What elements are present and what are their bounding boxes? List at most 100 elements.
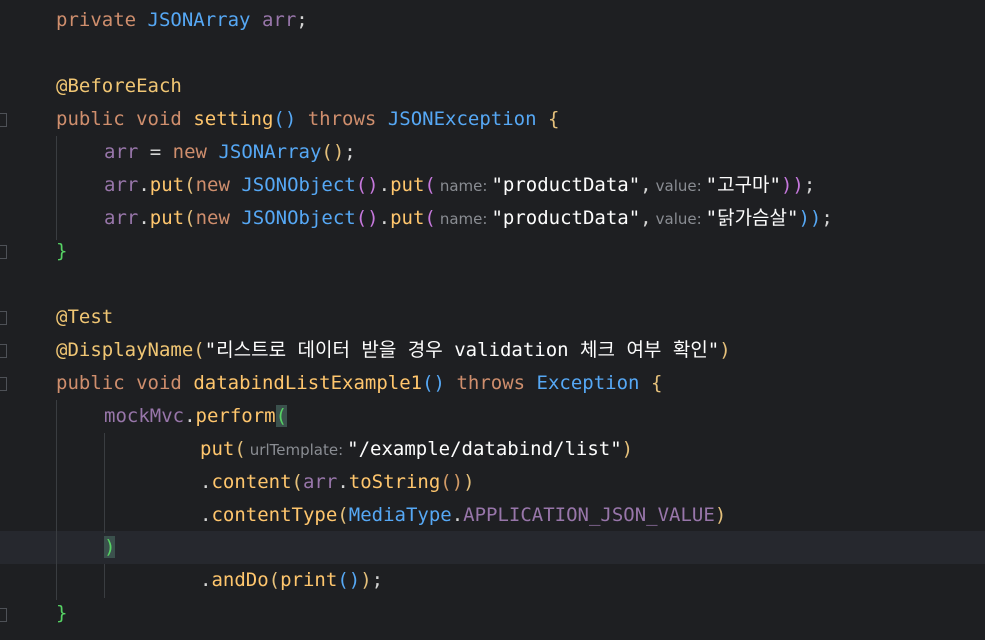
keyword: public bbox=[56, 108, 125, 130]
paren: () bbox=[321, 141, 345, 163]
type-name: JSONArray bbox=[218, 141, 322, 163]
field-name: APPLICATION_JSON_VALUE bbox=[463, 504, 715, 526]
paren: ) bbox=[360, 569, 372, 591]
paren: )) bbox=[780, 174, 804, 196]
paren: () bbox=[440, 471, 464, 493]
field-name: arr bbox=[261, 9, 297, 31]
code-line[interactable]: @Test bbox=[56, 301, 976, 334]
method-name: setting bbox=[193, 108, 274, 130]
keyword: throws bbox=[307, 108, 377, 130]
paren: ( bbox=[193, 339, 205, 361]
paren: () bbox=[337, 569, 361, 591]
param-hint: value: bbox=[655, 177, 702, 195]
fold-marker-icon[interactable] bbox=[0, 245, 7, 259]
code-line[interactable]: @DisplayName("리스트로 데이터 받을 경우 validation … bbox=[56, 334, 976, 367]
paren: ) bbox=[719, 339, 731, 361]
code-line[interactable]: put(urlTemplate: "/example/databind/list"… bbox=[200, 433, 985, 466]
keyword: new bbox=[172, 141, 207, 163]
code-line[interactable]: public void setting() throws JSONExcepti… bbox=[56, 103, 976, 136]
dot: . bbox=[184, 405, 196, 427]
type-name: JSONObject bbox=[241, 174, 356, 196]
fold-marker-icon[interactable] bbox=[0, 344, 7, 358]
field-name: arr bbox=[302, 471, 338, 493]
keyword: private bbox=[56, 9, 137, 31]
method-name: put bbox=[390, 207, 425, 229]
annotation: @Test bbox=[56, 306, 114, 328]
paren: ( bbox=[275, 405, 288, 427]
semicolon: ; bbox=[371, 569, 384, 591]
dot: . bbox=[200, 471, 212, 493]
code-line[interactable]: } bbox=[56, 597, 976, 630]
paren: ) bbox=[714, 504, 727, 526]
code-line[interactable]: .content(arr.toString()) bbox=[200, 466, 985, 499]
method-name: print bbox=[280, 569, 338, 591]
code-line[interactable]: @BeforeEach bbox=[56, 70, 976, 103]
field-name: mockMvc bbox=[104, 405, 185, 427]
param-hint: urlTemplate: bbox=[249, 441, 344, 459]
method-name: andDo bbox=[211, 569, 269, 591]
method-name: content bbox=[211, 471, 292, 493]
fold-marker-icon[interactable] bbox=[0, 311, 7, 325]
keyword: throws bbox=[456, 372, 526, 394]
paren: ( bbox=[337, 504, 349, 526]
code-line[interactable]: public void databindListExample1() throw… bbox=[56, 367, 976, 400]
param-hint: name: bbox=[439, 210, 488, 228]
param-hint: name: bbox=[439, 177, 488, 195]
indent-guide bbox=[104, 564, 105, 598]
code-line[interactable]: mockMvc.perform( bbox=[104, 400, 985, 433]
method-name: put bbox=[200, 438, 235, 460]
paren: ( bbox=[424, 207, 436, 229]
indent-guide bbox=[104, 433, 105, 533]
code-editor[interactable]: private JSONArray arr; @BeforeEach publi… bbox=[0, 0, 985, 640]
field-name: arr bbox=[104, 174, 139, 196]
semicolon: ; bbox=[821, 207, 833, 229]
method-name: put bbox=[149, 207, 185, 229]
fold-marker-icon[interactable] bbox=[0, 608, 7, 622]
paren: ( bbox=[234, 438, 246, 460]
method-name: databindListExample1 bbox=[193, 372, 423, 394]
code-line[interactable]: private JSONArray arr; bbox=[56, 4, 976, 37]
paren: ( bbox=[291, 471, 303, 493]
semicolon: ; bbox=[803, 174, 816, 196]
field-name: arr bbox=[104, 207, 139, 229]
param-hint: value: bbox=[655, 210, 702, 228]
method-name: put bbox=[390, 174, 425, 196]
paren: ) bbox=[104, 536, 116, 558]
paren: () bbox=[273, 108, 297, 130]
code-line[interactable]: arr = new JSONArray(); bbox=[104, 136, 985, 169]
code-line[interactable]: } bbox=[56, 235, 976, 268]
code-line[interactable]: arr.put(new JSONObject().put(name: "produ… bbox=[104, 169, 985, 202]
paren: ( bbox=[184, 207, 196, 229]
code-line[interactable]: .andDo(print()); bbox=[200, 564, 985, 597]
type-name: Exception bbox=[536, 372, 640, 394]
brace: } bbox=[56, 240, 68, 262]
method-name: put bbox=[149, 174, 185, 196]
annotation: @DisplayName bbox=[56, 339, 194, 361]
string-literal: "닭가슴살" bbox=[705, 207, 799, 229]
fold-marker-icon[interactable] bbox=[0, 113, 7, 127]
code-line[interactable]: arr.put(new JSONObject().put(name: "produ… bbox=[104, 202, 985, 235]
paren: ) bbox=[463, 471, 475, 493]
method-name: contentType bbox=[211, 504, 338, 526]
keyword: new bbox=[195, 207, 230, 229]
type-name: JSONException bbox=[387, 108, 537, 130]
comma: , bbox=[640, 207, 652, 229]
operator: = bbox=[138, 141, 173, 163]
annotation: @BeforeEach bbox=[56, 75, 182, 97]
semicolon: ; bbox=[344, 141, 356, 163]
type-name: JSONObject bbox=[241, 207, 356, 229]
type-name: MediaType bbox=[348, 504, 452, 526]
fold-marker-icon[interactable] bbox=[0, 377, 7, 391]
comma: , bbox=[640, 174, 652, 196]
dot: . bbox=[337, 471, 349, 493]
code-line[interactable]: ) bbox=[104, 531, 985, 564]
dot: . bbox=[200, 504, 212, 526]
brace: { bbox=[548, 108, 560, 130]
keyword: public bbox=[56, 372, 125, 394]
code-line[interactable]: .contentType(MediaType.APPLICATION_JSON_… bbox=[200, 499, 985, 532]
dot: . bbox=[138, 207, 150, 229]
paren: () bbox=[422, 372, 445, 394]
method-name: toString bbox=[348, 471, 441, 493]
paren: ) bbox=[621, 438, 634, 460]
method-name: perform bbox=[195, 405, 276, 427]
